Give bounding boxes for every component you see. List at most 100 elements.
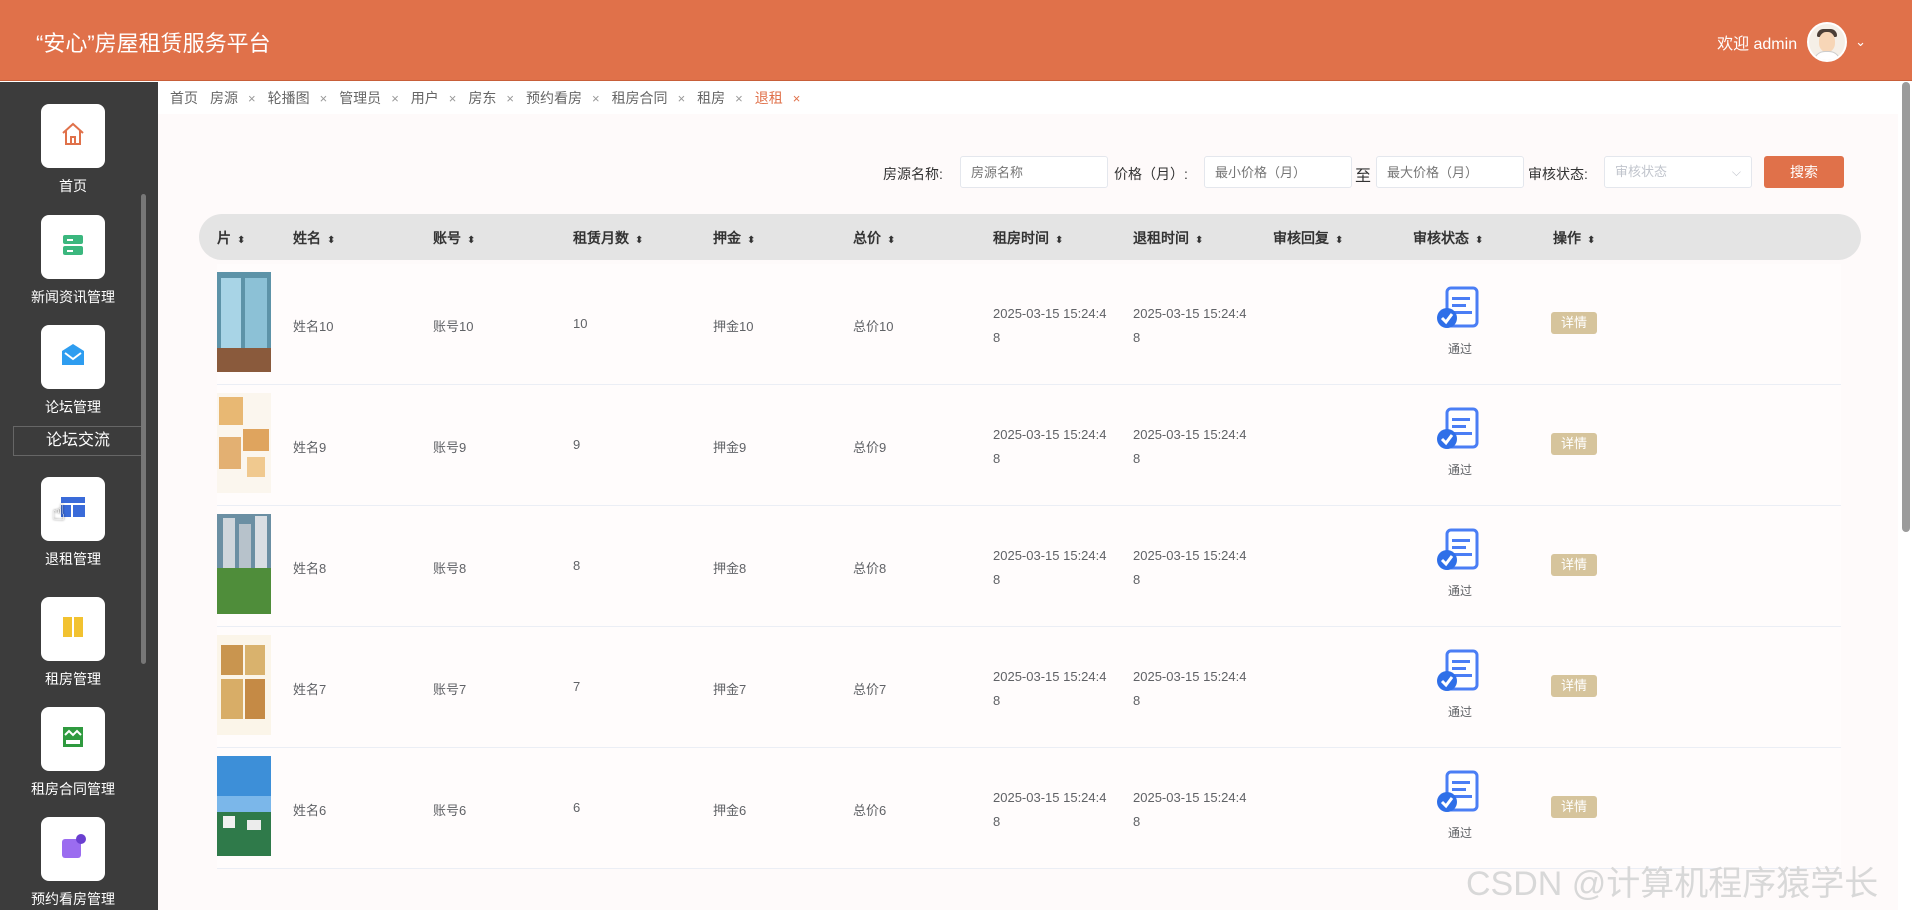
close-icon[interactable]: × xyxy=(793,91,801,106)
sidebar-item-rent[interactable]: 租房管理 xyxy=(0,597,146,689)
close-icon[interactable]: × xyxy=(391,91,399,106)
tab-label: 房源 xyxy=(210,90,238,106)
cell-deposit: 押金10 xyxy=(713,319,754,334)
tab-checkout[interactable]: 退租 × xyxy=(755,88,801,108)
sidebar-item-forum-exchange[interactable]: 论坛交流 xyxy=(13,426,143,456)
cell-deposit: 押金6 xyxy=(713,803,747,818)
table-row[interactable]: 姓名7 账号7 7 押金7 总价7 2025-03-15 15:24:48 2025-03-… xyxy=(217,627,1841,748)
column-header-name[interactable]: 姓名 ⬍ xyxy=(293,228,335,248)
cell-account: 账号6 xyxy=(433,803,467,818)
user-menu[interactable]: 欢迎 admin ⌄ xyxy=(1717,22,1866,62)
avatar[interactable] xyxy=(1807,22,1848,62)
close-icon[interactable]: × xyxy=(735,91,743,106)
status-cell: 通过 xyxy=(1425,527,1495,599)
cell-months: 7 xyxy=(573,679,581,694)
cell-rent-time: 2025-03-15 15:24:48 xyxy=(993,548,1107,587)
appointment-icon xyxy=(59,833,87,866)
sidebar-item-home[interactable]: 首页 xyxy=(0,104,146,196)
approved-document-icon xyxy=(1435,528,1485,577)
tab-appointments[interactable]: 预约看房 × xyxy=(526,88,600,108)
table-row[interactable]: 姓名9 账号9 9 押金9 总价9 2025-03-15 15:24:48 2025-03-… xyxy=(217,385,1841,506)
table-row[interactable]: 姓名6 账号6 6 押金6 总价6 2025-03-15 15:24:48 2025-03-… xyxy=(217,748,1841,869)
hand-cursor-icon: ☝ xyxy=(52,500,66,525)
listing-thumbnail xyxy=(217,756,271,856)
sidebar-scrollbar[interactable] xyxy=(141,194,146,664)
tab-label: 轮播图 xyxy=(267,90,310,106)
tab-rent[interactable]: 租房 × xyxy=(697,88,743,108)
cell-return-time: 2025-03-15 15:24:48 xyxy=(1133,790,1247,829)
cell-account: 账号9 xyxy=(433,440,467,455)
tab-label: 租房合同 xyxy=(611,90,668,106)
site-title: “安心”房屋租赁服务平台 xyxy=(36,31,271,56)
close-icon[interactable]: × xyxy=(248,91,256,106)
column-header-action[interactable]: 操作 ⬍ xyxy=(1553,228,1595,248)
cell-return-time: 2025-03-15 15:24:48 xyxy=(1133,306,1247,345)
status-text: 通过 xyxy=(1447,463,1472,477)
page-scrollbar[interactable] xyxy=(1902,82,1910,532)
detail-button[interactable]: 详情 xyxy=(1551,796,1597,818)
tab-admins[interactable]: 管理员 × xyxy=(339,88,399,108)
tab-listings[interactable]: 房源 × xyxy=(210,88,256,108)
column-header-account[interactable]: 账号 ⬍ xyxy=(433,228,475,248)
column-header-total[interactable]: 总价 ⬍ xyxy=(853,228,895,248)
sidebar-item-label: 租房管理 xyxy=(45,671,101,687)
tab-users[interactable]: 用户 × xyxy=(411,88,457,108)
sidebar-item-contract[interactable]: 租房合同管理 xyxy=(0,707,146,799)
cell-name: 姓名6 xyxy=(293,803,327,818)
column-header-rent-time[interactable]: 租房时间 ⬍ xyxy=(993,228,1063,248)
search-button[interactable]: 搜索 xyxy=(1764,156,1844,188)
welcome-text: 欢迎 admin xyxy=(1717,36,1798,53)
sidebar-item-forum[interactable]: 论坛管理 xyxy=(0,325,146,417)
cell-months: 9 xyxy=(573,437,581,452)
cell-rent-time: 2025-03-15 15:24:48 xyxy=(993,427,1107,466)
tab-carousel[interactable]: 轮播图 × xyxy=(268,88,328,108)
min-price-input[interactable] xyxy=(1204,156,1352,188)
column-header-months[interactable]: 租赁月数 ⬍ xyxy=(573,228,643,248)
column-header-image[interactable]: 片 ⬍ xyxy=(217,228,245,248)
chevron-down-icon[interactable]: ⌄ xyxy=(1855,34,1866,50)
cell-total: 总价8 xyxy=(853,561,887,576)
column-header-return-time[interactable]: 退租时间 ⬍ xyxy=(1133,228,1203,248)
tab-label: 退租 xyxy=(754,90,783,106)
max-price-input[interactable] xyxy=(1376,156,1524,188)
tab-contracts[interactable]: 租房合同 × xyxy=(612,88,686,108)
cell-months: 10 xyxy=(573,316,588,331)
column-header-reply[interactable]: 审核回复 ⬍ xyxy=(1273,228,1343,248)
status-select[interactable]: 审核状态 ⌵ xyxy=(1604,156,1752,188)
tab-label: 用户 xyxy=(410,90,439,106)
table-row[interactable]: 姓名10 账号10 10 押金10 总价10 2025-03-15 15:24:48 202… xyxy=(217,264,1841,385)
table-row[interactable]: 姓名8 账号8 8 押金8 总价8 2025-03-15 15:24:48 2025-03-… xyxy=(217,506,1841,627)
cell-name: 姓名7 xyxy=(293,682,327,697)
close-icon[interactable]: × xyxy=(678,91,686,106)
sort-icon: ⬍ xyxy=(237,235,246,246)
forum-icon xyxy=(59,341,87,374)
rent-icon xyxy=(59,613,87,646)
close-icon[interactable]: × xyxy=(592,91,600,106)
table-body: 姓名10 账号10 10 押金10 总价10 2025-03-15 15:24:48 202… xyxy=(217,264,1841,869)
cell-account: 账号7 xyxy=(433,682,467,697)
detail-button[interactable]: 详情 xyxy=(1551,433,1597,455)
status-text: 通过 xyxy=(1447,826,1472,840)
sidebar-item-news[interactable]: 新闻资讯管理 xyxy=(0,215,146,307)
cell-rent-time: 2025-03-15 15:24:48 xyxy=(993,790,1107,829)
tab-landlords[interactable]: 房东 × xyxy=(468,88,514,108)
close-icon[interactable]: × xyxy=(506,91,514,106)
column-header-status[interactable]: 审核状态 ⬍ xyxy=(1413,228,1483,248)
listing-thumbnail xyxy=(217,272,271,372)
tab-home[interactable]: 首页 xyxy=(170,88,198,108)
listing-name-input[interactable] xyxy=(960,156,1108,188)
cell-return-time: 2025-03-15 15:24:48 xyxy=(1133,548,1247,587)
sidebar-item-appointment[interactable]: 预约看房管理 xyxy=(0,817,146,909)
detail-button[interactable]: 详情 xyxy=(1551,554,1597,576)
sidebar-item-label: 预约看房管理 xyxy=(31,891,115,907)
status-text: 通过 xyxy=(1447,342,1472,356)
column-header-deposit[interactable]: 押金 ⬍ xyxy=(713,228,755,248)
sort-icon: ⬍ xyxy=(635,235,644,246)
sidebar-item-checkout[interactable]: 退租管理 xyxy=(0,477,146,569)
detail-button[interactable]: 详情 xyxy=(1551,312,1597,334)
tab-label: 预约看房 xyxy=(525,90,582,106)
close-icon[interactable]: × xyxy=(320,91,328,106)
detail-button[interactable]: 详情 xyxy=(1551,675,1597,697)
sort-icon: ⬍ xyxy=(1055,235,1064,246)
close-icon[interactable]: × xyxy=(449,91,457,106)
